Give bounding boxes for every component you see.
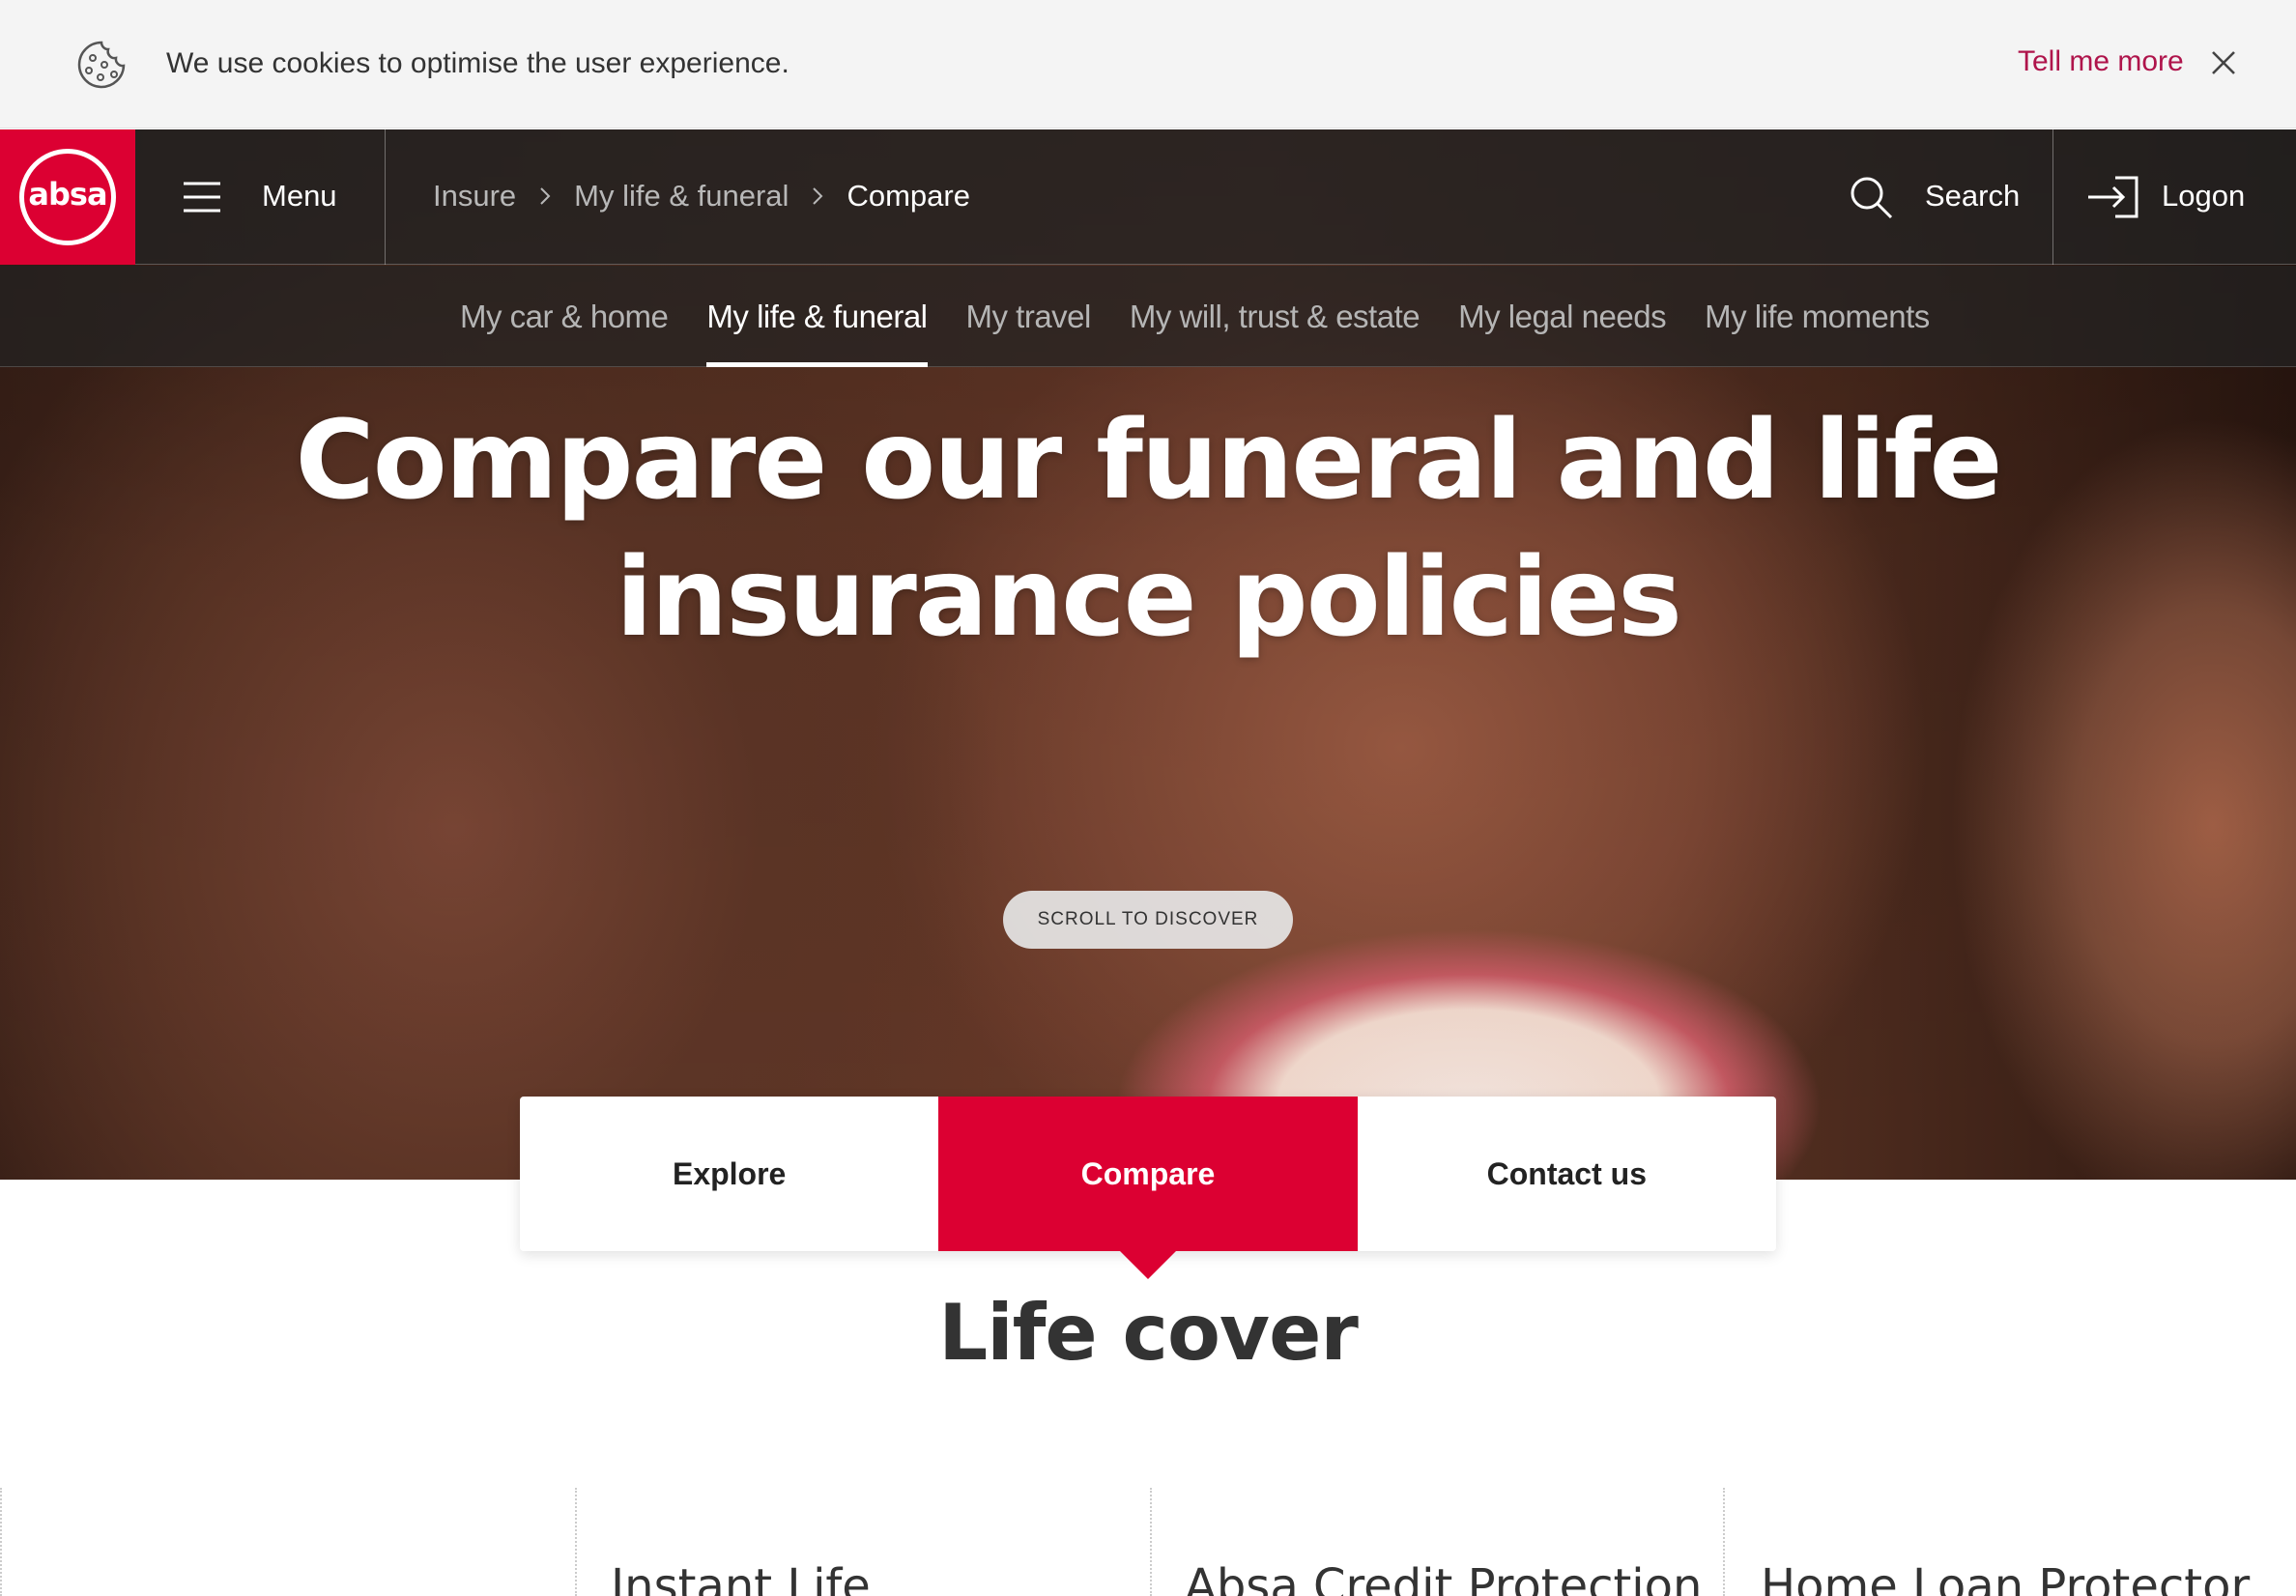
cookie-banner: We use cookies to optimise the user expe…	[0, 0, 2296, 128]
login-icon	[2088, 176, 2138, 218]
tab-contact-us[interactable]: Contact us	[1358, 1097, 1776, 1251]
hero-title: Compare our funeral and life insurance p…	[295, 398, 2003, 661]
cookie-tell-me-more-link[interactable]: Tell me more	[2018, 43, 2184, 81]
column-divider	[0, 1488, 2, 1596]
section-tabs: Explore Compare Contact us	[520, 1097, 1776, 1279]
menu-button[interactable]: Menu	[135, 129, 386, 265]
hamburger-icon	[184, 182, 220, 213]
category-nav-items: My car & home My life & funeral My trave…	[460, 266, 1968, 367]
nav-life-funeral[interactable]: My life & funeral	[706, 266, 928, 367]
breadcrumb-insure[interactable]: Insure	[433, 177, 516, 215]
search-label: Search	[1925, 179, 2021, 213]
product-title-home-loan-protector[interactable]: Home Loan Protector	[1761, 1557, 2250, 1596]
cookie-message: We use cookies to optimise the user expe…	[166, 47, 789, 79]
nav-legal-needs[interactable]: My legal needs	[1458, 266, 1666, 367]
search-button[interactable]: Search	[1848, 129, 2054, 265]
column-divider	[1150, 1488, 1152, 1596]
absa-logo[interactable]: absa	[0, 129, 135, 265]
logon-label: Logon	[2162, 179, 2246, 213]
top-navigation: absa Menu Insure My life & funeral Compa…	[0, 129, 2296, 265]
chevron-right-icon	[540, 187, 551, 205]
menu-label: Menu	[262, 179, 337, 213]
product-title-credit-protection[interactable]: Absa Credit Protection	[1185, 1557, 1702, 1596]
tab-explore[interactable]: Explore	[520, 1097, 938, 1251]
cookie-icon	[77, 41, 126, 89]
category-navigation: My car & home My life & funeral My trave…	[0, 266, 2296, 367]
section-title: Life cover	[938, 1288, 1359, 1378]
close-icon[interactable]	[2209, 48, 2238, 77]
breadcrumb: Insure My life & funeral Compare	[433, 177, 970, 215]
logo-text: absa	[28, 176, 107, 213]
scroll-to-discover-button[interactable]: SCROLL TO DISCOVER	[1003, 891, 1293, 949]
tab-compare[interactable]: Compare	[938, 1097, 1358, 1279]
nav-life-moments[interactable]: My life moments	[1705, 266, 1930, 367]
hero-banner: absa Menu Insure My life & funeral Compa…	[0, 129, 2296, 1180]
breadcrumb-compare: Compare	[847, 179, 970, 213]
chevron-right-icon	[813, 187, 823, 205]
column-divider	[1723, 1488, 1725, 1596]
nav-travel[interactable]: My travel	[966, 266, 1092, 367]
nav-will-trust-estate[interactable]: My will, trust & estate	[1130, 266, 1421, 367]
logon-button[interactable]: Logon	[2052, 129, 2296, 265]
column-divider	[575, 1488, 577, 1596]
product-title-instant-life[interactable]: Instant Life	[611, 1557, 871, 1596]
breadcrumb-life-funeral[interactable]: My life & funeral	[574, 177, 789, 215]
search-icon	[1851, 177, 1893, 219]
nav-car-home[interactable]: My car & home	[460, 266, 669, 367]
